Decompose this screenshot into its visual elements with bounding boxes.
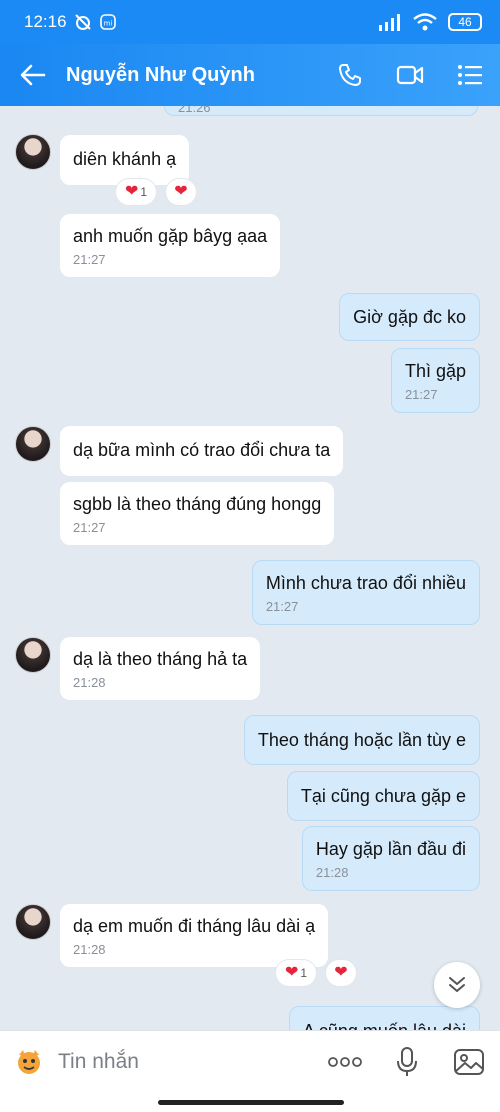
scroll-to-bottom-button[interactable] [434, 962, 480, 1008]
message-bubble-out[interactable]: Theo tháng hoặc lần tùy e [243, 715, 480, 765]
avatar[interactable] [15, 637, 51, 673]
message-time: 21:27 [73, 252, 106, 267]
react-button[interactable]: ❤ [326, 960, 356, 986]
heart-icon: ❤ [124, 183, 139, 200]
list-menu-icon [458, 65, 482, 85]
message-list[interactable]: 21:26 diên khánh ạ ❤ 1 ❤ anh muốn gặp bâ… [0, 106, 500, 1030]
double-chevron-down-icon [449, 977, 465, 992]
message-bubble-in[interactable]: dạ là theo tháng hả ta 21:28 [60, 637, 261, 700]
alarm-off-icon [74, 14, 91, 30]
voice-call-button[interactable] [320, 44, 380, 106]
message-text: Tại cũng chưa gặp e [300, 786, 466, 806]
chat-header: Nguyễn Như Quỳnh [0, 44, 500, 106]
heart-icon: ❤ [174, 183, 188, 200]
reaction-count-value: 1 [140, 185, 148, 199]
reaction-count[interactable]: ❤ 1 [276, 960, 316, 986]
microphone-icon [397, 1046, 417, 1076]
message-text: Thì gặp [404, 361, 466, 381]
voice-message-button[interactable] [376, 1031, 438, 1093]
video-call-button[interactable] [380, 44, 440, 106]
message-bubble-in[interactable]: anh muốn gặp bâyg ạaa 21:27 [60, 214, 281, 277]
react-button[interactable]: ❤ [166, 179, 196, 205]
message-text: A cũng muốn lâu dài [303, 1021, 466, 1030]
message-text: anh muốn gặp bâyg ạaa [73, 226, 268, 246]
message-time: 21:27 [404, 387, 438, 402]
more-horizontal-icon [328, 1056, 362, 1067]
message-time: 21:28 [315, 865, 349, 880]
message-text: dạ em muốn đi tháng lâu dài ạ [73, 916, 316, 936]
more-button[interactable] [314, 1031, 376, 1093]
reaction-count[interactable]: ❤ 1 [116, 179, 156, 205]
message-bubble-in[interactable]: diên khánh ạ [60, 135, 190, 185]
app-notification-icon: mi [99, 14, 116, 30]
message-bubble-out[interactable]: Thì gặp 21:27 [390, 348, 480, 413]
message-time: 21:27 [73, 520, 106, 535]
status-bar: 12:16 mi 46 [0, 0, 500, 44]
back-button[interactable] [0, 44, 66, 106]
avatar[interactable] [15, 426, 51, 462]
battery-indicator: 46 [448, 13, 482, 31]
message-time: 21:27 [265, 599, 299, 614]
signal-icon [379, 14, 400, 31]
sticker-icon [18, 1049, 40, 1074]
message-bubble-out[interactable]: 21:26 [164, 106, 478, 116]
message-text: dạ bữa mình có trao đổi chưa ta [73, 440, 331, 460]
message-time: 21:26 [178, 106, 211, 115]
image-button[interactable] [438, 1031, 500, 1093]
message-input[interactable]: Tin nhắn [58, 1050, 314, 1074]
wifi-icon [413, 13, 437, 31]
sticker-button[interactable] [0, 1047, 58, 1077]
message-bubble-out[interactable]: Mình chưa trao đổi nhiều 21:27 [251, 560, 480, 625]
message-input-bar: Tin nhắn [0, 1030, 500, 1092]
avatar[interactable] [15, 134, 51, 170]
message-bubble-in[interactable]: dạ em muốn đi tháng lâu dài ạ 21:28 [60, 904, 329, 967]
avatar[interactable] [15, 904, 51, 940]
message-bubble-out[interactable]: A cũng muốn lâu dài [288, 1006, 480, 1030]
svg-text:mi: mi [103, 20, 112, 28]
chat-options-button[interactable] [440, 44, 500, 106]
heart-icon: ❤ [284, 964, 299, 981]
message-text: Mình chưa trao đổi nhiều [265, 573, 466, 593]
message-bubble-out[interactable]: Hay gặp lần đầu đi 21:28 [301, 826, 480, 891]
message-bubble-in[interactable]: sgbb là theo tháng đúng hongg 21:27 [60, 482, 335, 545]
message-bubble-out[interactable]: Tại cũng chưa gặp e [286, 771, 480, 821]
phone-icon [339, 64, 361, 86]
message-text: sgbb là theo tháng đúng hongg [73, 494, 322, 514]
status-time: 12:16 [24, 12, 67, 31]
message-text: dạ là theo tháng hả ta [73, 649, 248, 669]
message-text: Hay gặp lần đầu đi [315, 839, 466, 859]
message-time: 21:28 [73, 675, 106, 690]
home-indicator[interactable] [158, 1100, 344, 1105]
video-camera-icon [396, 65, 424, 85]
message-text: Giờ gặp đc ko [353, 307, 466, 327]
contact-name[interactable]: Nguyễn Như Quỳnh [66, 64, 320, 87]
heart-icon: ❤ [334, 964, 348, 981]
message-text: Theo tháng hoặc lần tùy e [257, 730, 466, 750]
message-time: 21:28 [73, 942, 106, 957]
reaction-count-value: 1 [300, 966, 308, 980]
message-bubble-out[interactable]: Giờ gặp đc ko [339, 293, 480, 341]
message-text: diên khánh ạ [73, 149, 177, 169]
arrow-left-icon [20, 64, 46, 86]
image-icon [454, 1048, 484, 1075]
message-bubble-in[interactable]: dạ bữa mình có trao đổi chưa ta [60, 426, 344, 476]
